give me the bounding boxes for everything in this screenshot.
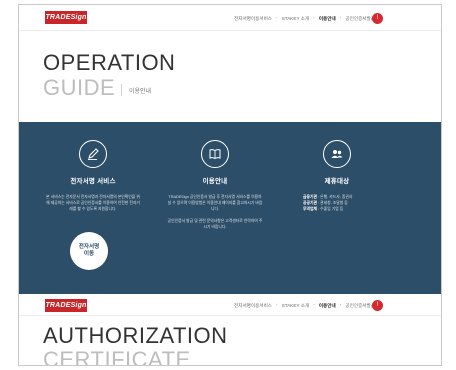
feature-description: 공인인증서 발급 및 관련 문의사항은 고객센터로 연락하여 주시기 바랍니다. [167,218,263,229]
page-frame: TRADESign 전자서명이용서비스 · STAKEY 소개 · 이용안내 ·… [18,4,442,366]
nav-item-guide[interactable]: 이용안내 [315,301,340,310]
nav-item-stakey[interactable]: STAKEY 소개 [278,14,313,23]
alert-badge-icon[interactable]: ! [372,13,383,24]
section-subtitle-korean: 이용안내 [129,89,152,95]
nav-item-stakey[interactable]: STAKEY 소개 [278,301,313,310]
feature-partners: 제휴대상 금융기관 : 은행, 카드사, 증권사 공공기관 : 관세청, 조달청… [287,122,387,213]
nav-item-guide[interactable]: 이용안내 [315,14,340,23]
partner-value: 은행, 카드사, 증권사 [320,195,353,199]
tradesign-logo[interactable]: TRADESign [45,11,87,24]
feature-title: 전자서명 서비스 [70,178,116,185]
feature-text: TRADESign 공인인증서 발급 후 전자서명 서비스를 이용하실 수 있으… [165,194,265,230]
partner-value: 관세청, 조달청 등 [320,201,348,206]
pen-icon [79,140,107,168]
secondary-navbar: TRADESign 전자서명이용서비스 · STAKEY 소개 · 이용안내 ·… [19,294,441,316]
feature-title: 이용안내 [202,178,228,185]
nav-item-esign[interactable]: 전자서명이용서비스 [230,301,276,310]
section-title-operation: OPERATION [43,50,176,75]
nav-item-esign[interactable]: 전자서명이용서비스 [230,14,276,23]
cta-label-line2: 이동 [83,251,95,257]
cta-label-line1: 전자서명 [78,243,100,250]
partner-value: 수출입 기업 등 [320,207,344,212]
book-icon [201,140,229,168]
feature-title: 제휴대상 [324,178,350,185]
feature-description: 본 서비스는 전자문서 전자서명과 전자서명의 본인확인을 위해 제공하는 서비… [46,195,140,212]
esign-go-button[interactable]: 전자서명 이동 [70,232,108,270]
users-icon [323,140,351,168]
partner-label: 공공기관 [303,201,317,206]
partner-line: 무역업체 : 수출입 기업 등 [303,207,344,212]
feature-esign: 전자서명 서비스 본 서비스는 전자문서 전자서명과 전자서명의 본인확인을 위… [43,122,143,218]
partner-label: 무역업체 [303,207,317,212]
main-nav: 전자서명이용서비스 · STAKEY 소개 · 이용안내 · 공인인증서발급 [230,14,379,23]
alert-badge-icon[interactable]: ! [372,300,383,311]
tradesign-logo[interactable]: TRADESign [45,299,87,312]
feature-text: 본 서비스는 전자문서 전자서명과 전자서명의 본인확인을 위해 제공하는 서비… [43,194,143,213]
top-navbar: TRADESign 전자서명이용서비스 · STAKEY 소개 · 이용안내 ·… [19,5,441,31]
section-subtitle-guide: GUIDE [43,75,116,100]
feature-text: 금융기관 : 은행, 카드사, 증권사 공공기관 : 관세청, 조달청 등 무역… [287,194,387,213]
section-subtitle-certificate: CERTIFICATE [43,347,191,366]
feature-description: TRADESign 공인인증서 발급 후 전자서명 서비스를 이용하실 수 있으… [167,195,263,212]
feature-guide: 이용안내 TRADESign 공인인증서 발급 후 전자서명 서비스를 이용하실… [165,122,265,235]
partner-label: 금융기관 [303,195,317,199]
title-divider [121,84,122,96]
section-title-authorization: AUTHORIZATION [43,323,228,348]
main-nav: 전자서명이용서비스 · STAKEY 소개 · 이용안내 · 공인인증서발급 [230,301,379,310]
feature-section: 전자서명 서비스 본 서비스는 전자문서 전자서명과 전자서명의 본인확인을 위… [19,122,441,294]
